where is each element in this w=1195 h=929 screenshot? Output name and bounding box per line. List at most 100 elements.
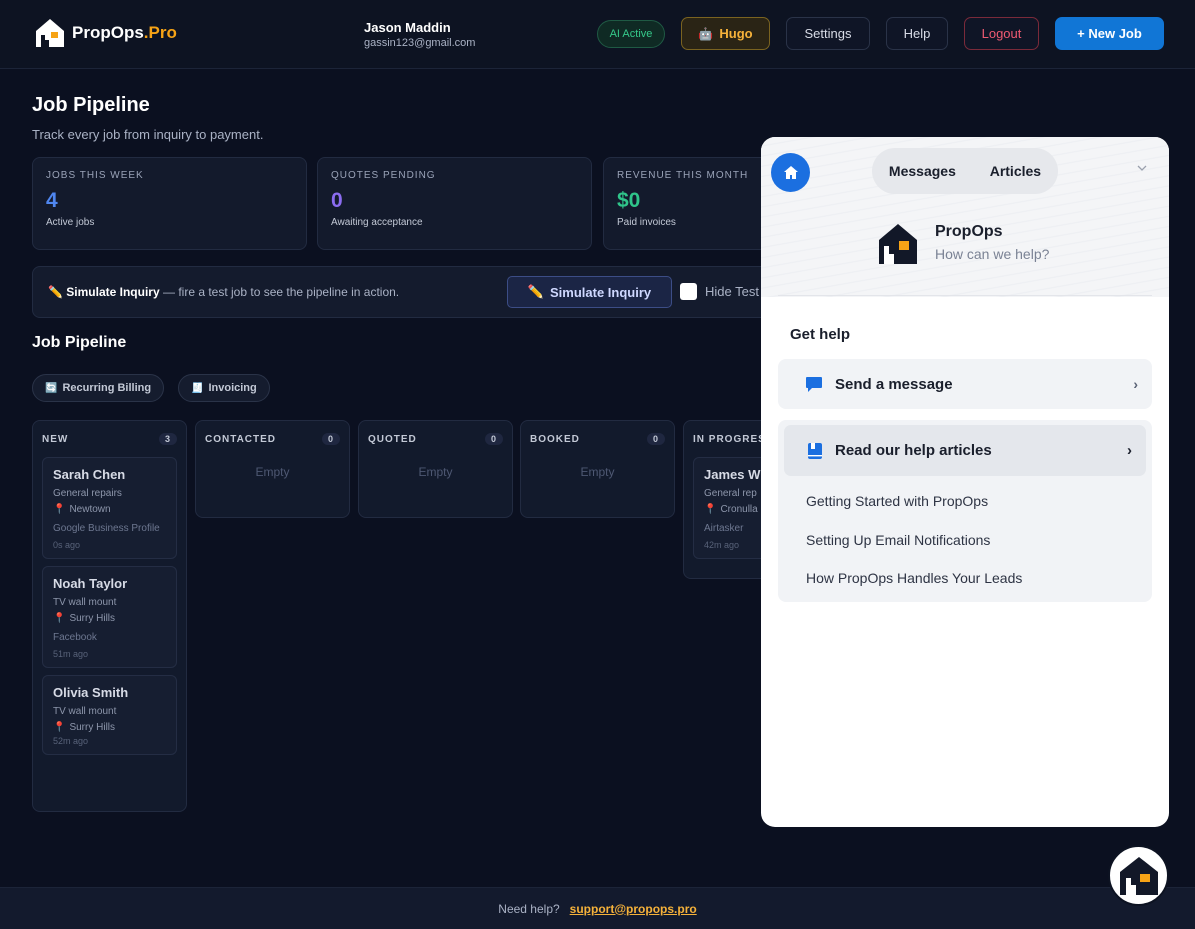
help-articles-card: Read our help articles › Getting Started… bbox=[778, 420, 1152, 602]
user-info: Jason Maddin gassin123@gmail.com bbox=[364, 20, 475, 49]
stat-card-jobs-this-week: JOBS THIS WEEK 4 Active jobs bbox=[32, 157, 307, 250]
column-empty-label: Empty bbox=[580, 465, 615, 479]
column-title: BOOKED bbox=[530, 433, 580, 445]
read-articles-row[interactable]: Read our help articles › bbox=[784, 425, 1146, 476]
job-card-location: 📍 Surry Hills bbox=[53, 613, 166, 624]
widget-tabs: Messages Articles bbox=[872, 148, 1058, 194]
pipeline-column-booked: BOOKED 0 Empty bbox=[520, 420, 675, 518]
home-icon bbox=[783, 165, 798, 179]
column-header: NEW 3 bbox=[42, 421, 177, 457]
pipeline-column-new: NEW 3 Sarah Chen General repairs 📍 Newtow… bbox=[32, 420, 187, 812]
footer: Need help? support@propops.pro bbox=[0, 887, 1195, 929]
tab-messages[interactable]: Messages bbox=[889, 163, 956, 179]
tab-articles[interactable]: Articles bbox=[990, 163, 1041, 179]
job-card[interactable]: Noah Taylor TV wall mount 📍 Surry Hills F… bbox=[42, 566, 177, 668]
widget-brand: PropOps How can we help? bbox=[878, 223, 1049, 265]
job-card[interactable]: Olivia Smith TV wall mount 📍 Surry Hills … bbox=[42, 675, 177, 755]
help-article-link[interactable]: Setting Up Email Notifications bbox=[778, 521, 1152, 560]
logo-main-text: PropOps bbox=[72, 23, 144, 42]
chat-bubble-icon bbox=[806, 376, 822, 392]
home-button[interactable] bbox=[771, 153, 810, 192]
job-card[interactable]: Sarah Chen General repairs 📍 Newtown Goog… bbox=[42, 457, 177, 559]
help-article-link[interactable]: How PropOps Handles Your Leads bbox=[778, 559, 1152, 598]
simulate-inquiry-bar: ✏️ Simulate Inquiry — fire a test job to… bbox=[32, 266, 792, 318]
send-message-label: Send a message bbox=[835, 375, 953, 393]
stat-value: 0 bbox=[331, 189, 343, 212]
stat-label: QUOTES PENDING bbox=[331, 170, 436, 181]
column-empty-label: Empty bbox=[418, 465, 453, 479]
robot-icon: 🤖 bbox=[698, 26, 714, 41]
chevron-down-icon[interactable] bbox=[1137, 163, 1147, 173]
stat-description: Active jobs bbox=[46, 217, 95, 228]
invoicing-chip[interactable]: 🧾 Invoicing bbox=[178, 374, 270, 402]
widget-brand-name: PropOps bbox=[935, 223, 1003, 240]
chip-label: Recurring Billing bbox=[62, 382, 152, 394]
job-card-service: General repairs bbox=[53, 488, 122, 499]
stat-description: Awaiting acceptance bbox=[331, 217, 423, 228]
pipeline-column-quoted: QUOTED 0 Empty bbox=[358, 420, 513, 518]
divider bbox=[778, 295, 1152, 296]
repeat-icon: 🔄 bbox=[45, 382, 58, 394]
send-message-card[interactable]: Send a message › bbox=[778, 359, 1152, 409]
column-header: CONTACTED 0 bbox=[205, 421, 340, 457]
app-logo[interactable]: PropOps.Pro bbox=[35, 18, 177, 48]
job-card-service: TV wall mount bbox=[53, 597, 117, 608]
hugo-label: Hugo bbox=[719, 26, 753, 41]
hugo-button[interactable]: 🤖 Hugo bbox=[681, 17, 770, 50]
job-card-location: 📍 Newtown bbox=[53, 504, 166, 515]
location-text: Surry Hills bbox=[69, 722, 116, 733]
stat-card-quotes-pending: QUOTES PENDING 0 Awaiting acceptance bbox=[317, 157, 592, 250]
pipeline-column-contacted: CONTACTED 0 Empty bbox=[195, 420, 350, 518]
location-text: Cronulla bbox=[720, 504, 758, 515]
widget-brand-text: PropOps How can we help? bbox=[935, 223, 1049, 265]
book-icon bbox=[808, 442, 822, 459]
column-count: 0 bbox=[646, 433, 665, 445]
location-text: Surry Hills bbox=[69, 613, 116, 624]
get-help-heading: Get help bbox=[790, 326, 851, 343]
simulate-inquiry-button[interactable]: ✏️ Simulate Inquiry bbox=[507, 276, 672, 308]
settings-button[interactable]: Settings bbox=[786, 17, 870, 50]
receipt-icon: 🧾 bbox=[191, 382, 204, 394]
pin-icon: 📍 bbox=[53, 722, 66, 733]
top-bar: PropOps.Pro Jason Maddin gassin123@gmail… bbox=[0, 0, 1195, 69]
job-card-time: 52m ago bbox=[53, 736, 89, 746]
help-launcher-button[interactable] bbox=[1108, 845, 1169, 906]
simulate-description: ✏️ Simulate Inquiry — fire a test job to… bbox=[48, 285, 399, 299]
send-message-row[interactable]: Send a message › bbox=[778, 359, 1152, 409]
help-button[interactable]: Help bbox=[886, 17, 948, 50]
chip-label: Invoicing bbox=[208, 382, 257, 394]
column-title: NEW bbox=[42, 433, 69, 445]
page-title: Job Pipeline bbox=[32, 94, 150, 116]
pin-icon: 📍 bbox=[53, 613, 66, 624]
house-logo-icon bbox=[1119, 856, 1158, 895]
chevron-right-icon: › bbox=[1133, 376, 1138, 392]
house-logo-icon bbox=[35, 18, 65, 48]
hide-test-label: Hide Test bbox=[705, 284, 759, 299]
app-name: PropOps.Pro bbox=[72, 23, 177, 43]
job-card-time: 0s ago bbox=[53, 540, 81, 550]
new-job-button[interactable]: + New Job bbox=[1055, 17, 1164, 50]
help-article-link[interactable]: Getting Started with PropOps bbox=[778, 482, 1152, 521]
column-empty-label: Empty bbox=[255, 465, 290, 479]
recurring-billing-chip[interactable]: 🔄 Recurring Billing bbox=[32, 374, 165, 402]
chevron-right-icon: › bbox=[1127, 442, 1132, 459]
column-count: 3 bbox=[158, 433, 177, 445]
simulate-text: — fire a test job to see the pipeline in… bbox=[159, 285, 400, 299]
stat-label: JOBS THIS WEEK bbox=[46, 170, 144, 181]
hide-test-checkbox[interactable] bbox=[680, 283, 697, 300]
read-articles-label: Read our help articles bbox=[835, 442, 992, 459]
widget-brand-question: How can we help? bbox=[935, 246, 1050, 262]
logout-button[interactable]: Logout bbox=[964, 17, 1039, 50]
user-name: Jason Maddin bbox=[364, 20, 451, 35]
hide-test-toggle[interactable]: Hide Test bbox=[680, 283, 759, 300]
ai-status-badge: AI Active bbox=[597, 20, 665, 48]
page-subtitle: Track every job from inquiry to payment. bbox=[32, 127, 264, 142]
column-title: QUOTED bbox=[368, 433, 417, 445]
job-card-source: Google Business Profile bbox=[53, 523, 160, 534]
job-card-name: Sarah Chen bbox=[53, 467, 126, 482]
column-header: BOOKED 0 bbox=[530, 421, 665, 457]
support-email-link[interactable]: support@propops.pro bbox=[570, 902, 697, 916]
column-header: QUOTED 0 bbox=[368, 421, 503, 457]
job-card-time: 51m ago bbox=[53, 649, 89, 659]
pencil-icon: ✏️ bbox=[527, 284, 545, 299]
